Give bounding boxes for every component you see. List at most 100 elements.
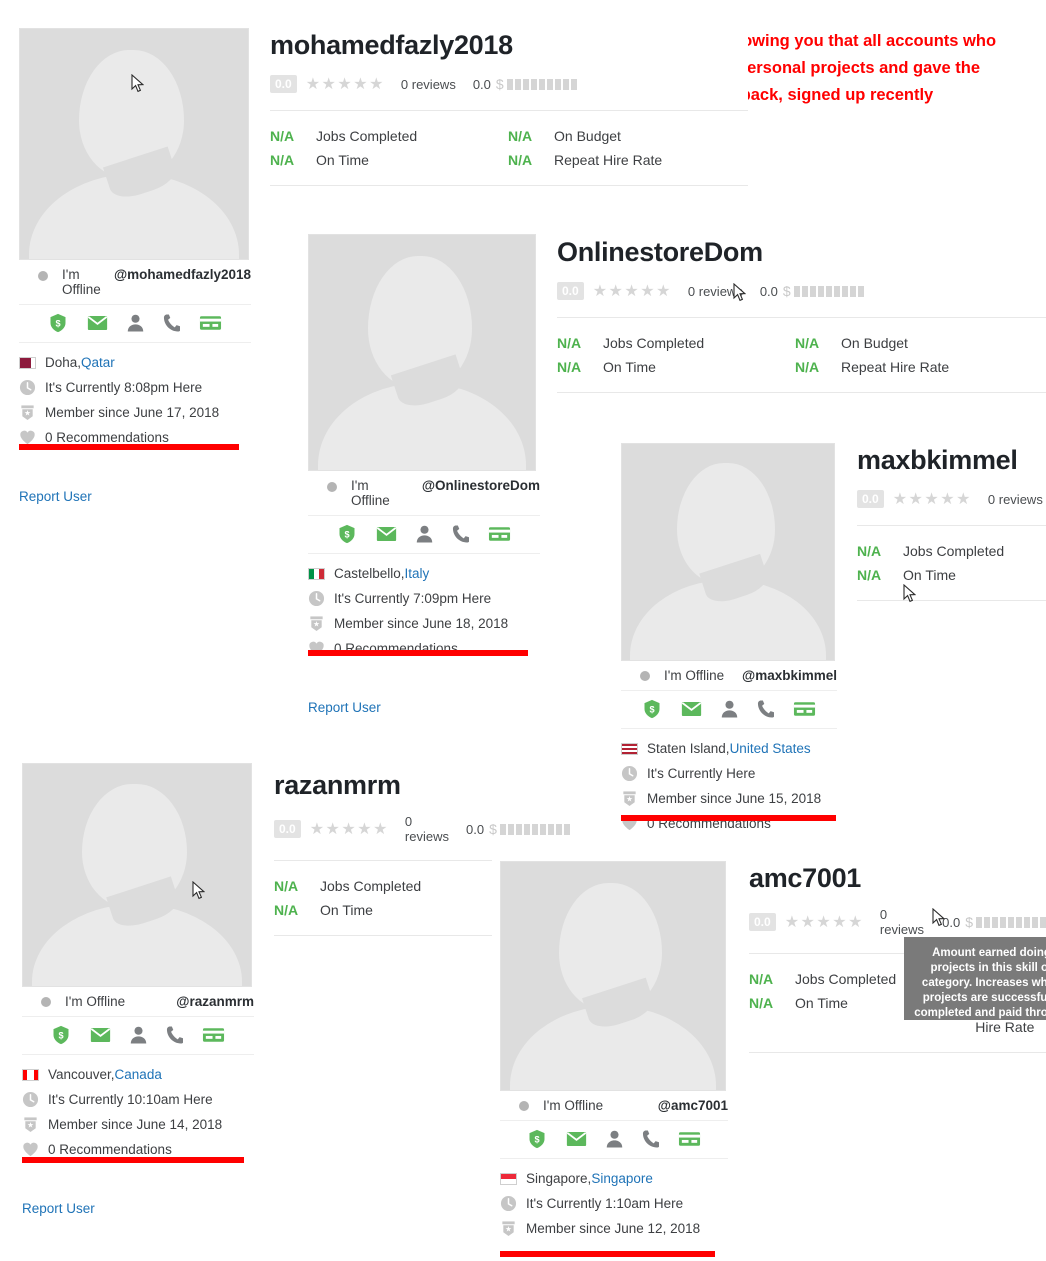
reviews-count: 0 reviews (404, 814, 449, 844)
highlight-underline (500, 1251, 715, 1257)
contact-icon-row: $ (308, 516, 540, 554)
stat-label: Repeat Hire Rate (841, 359, 950, 375)
svg-text:$: $ (55, 318, 60, 328)
rating-row: 0.0 ★★★★★ 0 reviews 0.0 $ (270, 74, 748, 94)
phone-icon[interactable] (163, 313, 180, 333)
member-since-text: Member since June 12, 2018 (526, 1221, 701, 1236)
stat-value: N/A (795, 359, 820, 375)
payment-card-icon[interactable] (678, 1129, 701, 1149)
avatar (22, 763, 252, 987)
recommendations-text: 0 Recommendations (48, 1142, 172, 1157)
member-since-item: ★ Member since June 18, 2018 (308, 611, 553, 636)
stat-label: On Time (903, 567, 956, 583)
stats-grid: N/A Jobs Completed N/A On Time (274, 874, 492, 922)
member-since-text: Member since June 17, 2018 (45, 405, 220, 420)
stat-value: N/A (857, 543, 882, 559)
phone-icon[interactable] (452, 524, 469, 544)
divider (557, 317, 1046, 318)
highlight-underline (308, 650, 528, 656)
flag-icon-united-states (621, 742, 638, 755)
payment-card-icon[interactable] (793, 699, 816, 719)
svg-text:$: $ (58, 1030, 63, 1040)
person-icon[interactable] (606, 1129, 623, 1149)
stat-value: N/A (270, 128, 295, 144)
location-country[interactable]: Canada (115, 1066, 162, 1083)
email-icon[interactable] (87, 313, 108, 333)
highlight-underline (621, 815, 836, 821)
person-icon[interactable] (416, 524, 433, 544)
email-icon[interactable] (681, 699, 702, 719)
rating-row: 0.0 ★★★★★ 0 reviews 0.0 $ (557, 281, 1046, 301)
svg-text:★: ★ (313, 619, 320, 628)
person-icon[interactable] (721, 699, 738, 719)
location-country[interactable]: United States (730, 740, 811, 757)
local-time-text: It's Currently 10:10am Here (48, 1092, 213, 1107)
user-handle[interactable]: @razanmrm (176, 994, 254, 1009)
rating-row: 0.0 ★★★★★ 0 reviews (857, 489, 1046, 509)
stat-value: N/A (557, 335, 582, 351)
status-row: I'm Offline @mohamedfazly2018 (19, 260, 251, 305)
stat-jobs-completed: N/A Jobs Completed (749, 967, 929, 991)
stat-value: N/A (857, 567, 882, 583)
earnings-bar[interactable] (793, 285, 864, 297)
screenshot-canvas: Here i am showing you that all accounts … (0, 0, 1046, 1261)
earnings-bar[interactable] (506, 78, 577, 90)
page-title: mohamedfazly2018 (270, 30, 513, 60)
person-icon[interactable] (130, 1025, 147, 1045)
status-dot-icon (38, 271, 48, 281)
phone-icon[interactable] (757, 699, 774, 719)
email-icon[interactable] (566, 1129, 587, 1149)
location-country[interactable]: Singapore (591, 1170, 653, 1187)
user-handle[interactable]: @OnlinestoreDom (422, 478, 540, 493)
phone-icon[interactable] (166, 1025, 183, 1045)
svg-text:$: $ (534, 1134, 539, 1144)
page-title: OnlinestoreDom (557, 237, 763, 267)
member-badge-icon: ★ (621, 790, 638, 807)
profile-card-razanmrm: I'm Offline @razanmrm $ Vancouver, Canad… (22, 763, 254, 1218)
local-time-item: It's Currently 8:08pm Here (19, 375, 264, 400)
rating-badge: 0.0 (857, 490, 884, 508)
shield-dollar-icon[interactable]: $ (527, 1129, 547, 1149)
stats-grid: N/A Jobs Completed N/A On Time N/A On Budge… (270, 124, 748, 172)
dollar-icon: $ (965, 914, 973, 930)
report-user-link[interactable]: Report User (308, 700, 381, 715)
shield-dollar-icon[interactable]: $ (337, 524, 357, 544)
stars-icon: ★★★★★ (305, 76, 385, 93)
divider (557, 392, 1046, 393)
payment-card-icon[interactable] (199, 313, 222, 333)
report-user-link[interactable]: Report User (22, 1201, 95, 1216)
location-country[interactable]: Italy (405, 565, 430, 582)
divider (857, 525, 1046, 526)
location-city: Staten Island, (647, 741, 730, 756)
shield-dollar-icon[interactable]: $ (642, 699, 662, 719)
divider (274, 935, 492, 936)
local-time-item: It's Currently 1:10am Here (500, 1191, 745, 1216)
payment-card-icon[interactable] (202, 1025, 225, 1045)
person-icon[interactable] (127, 313, 144, 333)
reviews-count: 0 reviews (400, 76, 456, 92)
earnings-bar[interactable] (976, 916, 1046, 928)
email-icon[interactable] (376, 524, 397, 544)
user-handle[interactable]: @amc7001 (658, 1098, 728, 1113)
phone-icon[interactable] (642, 1129, 659, 1149)
status-dot-icon (519, 1100, 529, 1111)
shield-dollar-icon[interactable]: $ (51, 1025, 71, 1045)
status-label: I'm Offline (62, 267, 101, 297)
stat-on-time: N/A On Time (557, 355, 795, 379)
svg-text:$: $ (649, 704, 654, 714)
location-city: Vancouver, (48, 1067, 115, 1082)
user-handle[interactable]: @mohamedfazly2018 (114, 267, 251, 282)
member-since-text: Member since June 18, 2018 (334, 616, 509, 631)
status-label: I'm Offline (65, 994, 126, 1009)
heart-icon (22, 1141, 39, 1158)
location-country[interactable]: Qatar (81, 354, 115, 371)
payment-card-icon[interactable] (488, 524, 511, 544)
avatar (19, 28, 249, 260)
svg-text:$: $ (344, 529, 349, 539)
email-icon[interactable] (90, 1025, 111, 1045)
report-user-link[interactable]: Report User (19, 489, 92, 504)
user-handle[interactable]: @maxbkimmel (742, 668, 837, 683)
svg-text:★: ★ (505, 1224, 512, 1233)
earnings-bar[interactable] (499, 823, 570, 835)
shield-dollar-icon[interactable]: $ (48, 313, 68, 333)
